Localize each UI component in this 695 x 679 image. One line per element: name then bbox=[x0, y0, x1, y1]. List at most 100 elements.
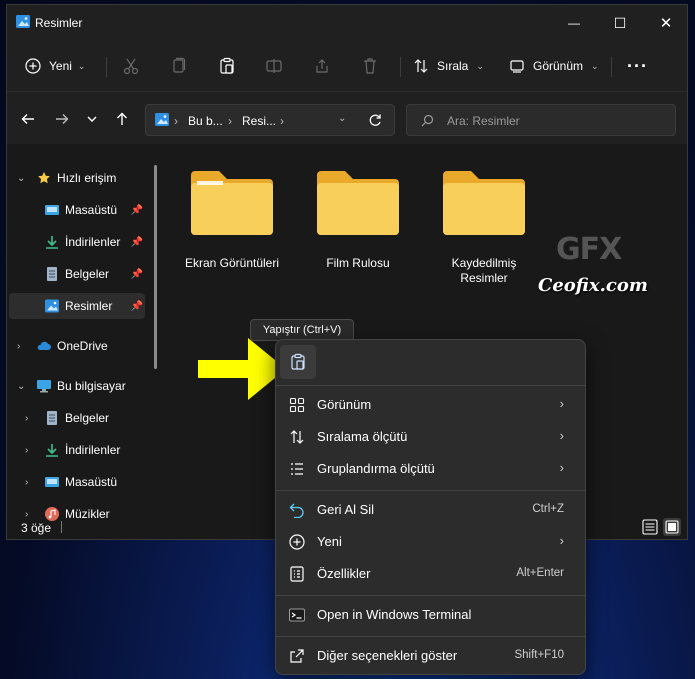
folder-icon bbox=[317, 171, 399, 235]
sidebar-item-pc-desktop[interactable]: › Masaüstü bbox=[9, 469, 145, 495]
up-button[interactable] bbox=[111, 108, 133, 130]
chevron-right-icon: › bbox=[559, 428, 564, 443]
sidebar-item-documents[interactable]: Belgeler 📌 bbox=[9, 261, 145, 287]
forward-button[interactable] bbox=[51, 108, 73, 130]
toolbar-divider bbox=[611, 57, 612, 77]
plus-circle-icon bbox=[25, 58, 41, 74]
new-button[interactable]: Yeni ⌄ bbox=[25, 49, 85, 83]
sidebar-item-desktop[interactable]: Masaüstü 📌 bbox=[9, 197, 145, 223]
view-label: Görünüm bbox=[533, 59, 584, 73]
open-external-icon bbox=[290, 649, 304, 663]
sort-button[interactable]: Sırala ⌄ bbox=[413, 49, 484, 83]
new-label: Yeni bbox=[49, 59, 72, 73]
recent-locations-button[interactable] bbox=[81, 108, 103, 130]
view-button[interactable]: Görünüm ⌄ bbox=[509, 49, 599, 83]
chevron-down-icon[interactable]: ⌄ bbox=[17, 173, 25, 184]
refresh-icon[interactable] bbox=[368, 113, 382, 127]
delete-button[interactable] bbox=[362, 49, 378, 83]
document-icon bbox=[47, 267, 57, 281]
sidebar-item-pictures[interactable]: Resimler 📌 bbox=[9, 293, 145, 319]
grid-icon bbox=[289, 397, 305, 413]
chevron-down-icon[interactable]: ⌄ bbox=[17, 381, 25, 392]
menu-item-show-more-options[interactable]: Diğer seçenekleri göster Shift+F10 bbox=[281, 641, 578, 671]
status-divider bbox=[61, 521, 62, 533]
chevron-right-icon[interactable]: › bbox=[25, 413, 28, 424]
sidebar-scrollbar[interactable] bbox=[154, 165, 157, 369]
menu-item-open-in-terminal[interactable]: Open in Windows Terminal bbox=[281, 600, 578, 630]
pin-icon: 📌 bbox=[130, 204, 143, 216]
menu-item-new[interactable]: Yeni › bbox=[281, 527, 578, 557]
command-bar: Yeni ⌄ Sırala ⌄ Görünüm ⌄ ··· bbox=[7, 41, 687, 92]
sidebar-item-label: Bu bilgisayar bbox=[57, 379, 126, 393]
sidebar-item-pc-downloads[interactable]: › İndirilenler bbox=[9, 437, 145, 463]
maximize-icon: ☐ bbox=[613, 14, 627, 31]
sidebar-item-label: Hızlı erişim bbox=[57, 171, 117, 185]
sort-arrows-icon bbox=[290, 430, 304, 444]
large-icons-view-button[interactable] bbox=[663, 518, 681, 536]
menu-item-label: Geri Al Sil bbox=[317, 502, 375, 517]
clipboard-icon bbox=[220, 57, 234, 74]
menu-item-group-by[interactable]: Gruplandırma ölçütü › bbox=[281, 454, 578, 484]
large-icons-view-icon bbox=[665, 520, 679, 534]
breadcrumb-this-pc[interactable]: Bu b... bbox=[188, 114, 223, 128]
cloud-icon bbox=[37, 341, 51, 350]
menu-item-shortcut: Alt+Enter bbox=[516, 567, 564, 579]
address-history-chevron-icon[interactable]: ⌄ bbox=[338, 113, 346, 124]
context-menu-items: Görünüm › Sıralama ölçütü › Gruplandırma… bbox=[275, 339, 586, 675]
paste-toolbar-button[interactable] bbox=[219, 49, 235, 83]
chevron-right-icon: › bbox=[559, 533, 564, 548]
sidebar-item-label: Masaüstü bbox=[65, 203, 118, 217]
desktop-folder-icon bbox=[45, 205, 59, 215]
menu-item-sort-by[interactable]: Sıralama ölçütü › bbox=[281, 422, 578, 452]
title-bar[interactable]: Resimler — ☐ ✕ bbox=[7, 5, 687, 41]
sort-arrows-icon bbox=[414, 59, 428, 73]
sidebar-item-downloads[interactable]: İndirilenler 📌 bbox=[9, 229, 145, 255]
sidebar-item-this-pc[interactable]: ⌄ Bu bilgisayar bbox=[9, 373, 145, 399]
chevron-right-icon[interactable]: › bbox=[25, 477, 28, 488]
folder-item[interactable]: Ekran Görüntüleri bbox=[177, 169, 287, 271]
toolbar-divider bbox=[400, 57, 401, 77]
address-bar[interactable]: › Bu b... › Resi... › ⌄ bbox=[145, 104, 395, 136]
more-icon: ··· bbox=[627, 55, 648, 76]
pictures-folder-icon bbox=[16, 15, 30, 28]
sidebar-item-pc-documents[interactable]: › Belgeler bbox=[9, 405, 145, 431]
desktop-folder-icon bbox=[45, 477, 59, 487]
copy-button[interactable] bbox=[171, 49, 187, 83]
minimize-button[interactable]: — bbox=[551, 5, 597, 41]
share-button[interactable] bbox=[314, 49, 330, 83]
menu-divider bbox=[275, 595, 586, 596]
folder-item[interactable]: Kaydedilmiş Resimler bbox=[429, 169, 539, 286]
menu-item-undo-delete[interactable]: Geri Al Sil Ctrl+Z bbox=[281, 495, 578, 525]
sort-label: Sırala bbox=[437, 59, 469, 73]
maximize-button[interactable]: ☐ bbox=[597, 5, 643, 41]
folder-item[interactable]: Film Rulosu bbox=[303, 169, 413, 271]
scissors-icon bbox=[123, 58, 139, 75]
document-icon bbox=[47, 411, 57, 425]
menu-item-properties[interactable]: Özellikler Alt+Enter bbox=[281, 559, 578, 589]
search-placeholder: Ara: Resimler bbox=[447, 114, 520, 128]
close-button[interactable]: ✕ bbox=[643, 5, 689, 41]
search-box[interactable]: Ara: Resimler bbox=[406, 104, 676, 136]
back-button[interactable] bbox=[17, 108, 39, 130]
rename-button[interactable] bbox=[266, 49, 282, 83]
chevron-right-icon[interactable]: › bbox=[17, 341, 20, 352]
download-icon bbox=[46, 444, 58, 457]
address-row: › Bu b... › Resi... › ⌄ Ara: Resimler bbox=[7, 92, 687, 144]
breadcrumb-pictures[interactable]: Resi... bbox=[242, 114, 276, 128]
chevron-right-icon[interactable]: › bbox=[25, 445, 28, 456]
sidebar-item-label: Masaüstü bbox=[65, 475, 118, 489]
share-icon bbox=[316, 59, 328, 73]
details-view-button[interactable] bbox=[642, 519, 658, 535]
chevron-down-icon bbox=[87, 116, 97, 122]
chevron-down-icon: ⌄ bbox=[591, 60, 599, 71]
sidebar-item-quick-access[interactable]: ⌄ Hızlı erişim bbox=[9, 165, 145, 191]
cut-button[interactable] bbox=[123, 49, 139, 83]
paste-tooltip: Yapıştır (Ctrl+V) bbox=[250, 319, 354, 341]
folder-name: Kaydedilmiş Resimler bbox=[451, 256, 517, 285]
menu-item-label: Open in Windows Terminal bbox=[317, 607, 472, 622]
computer-icon bbox=[37, 380, 51, 393]
more-options-button[interactable]: ··· bbox=[627, 49, 648, 83]
menu-item-view[interactable]: Görünüm › bbox=[281, 390, 578, 420]
sidebar-item-onedrive[interactable]: › OneDrive bbox=[9, 333, 145, 359]
pictures-folder-icon bbox=[155, 113, 169, 126]
